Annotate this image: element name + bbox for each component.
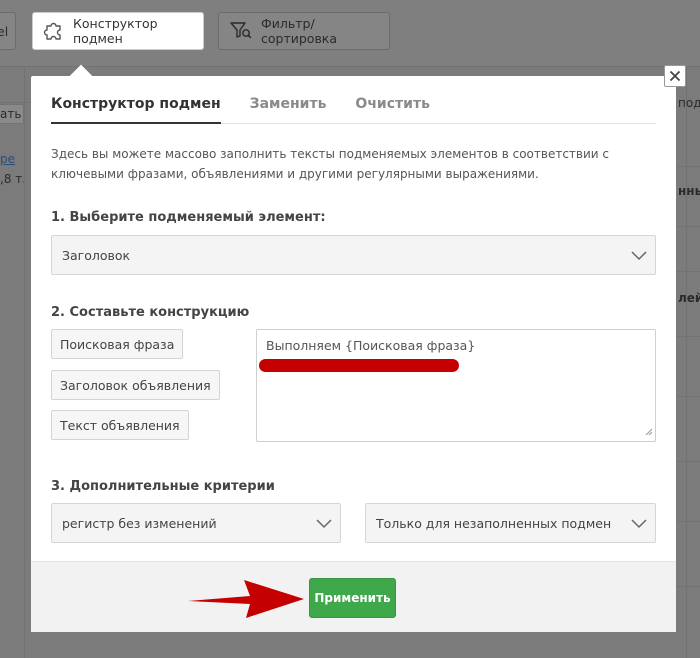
- apply-button[interactable]: Применить: [309, 578, 396, 618]
- chip-ad-text[interactable]: Текст объявления: [51, 410, 189, 440]
- element-select[interactable]: Заголовок: [51, 235, 656, 275]
- step3-title: 3. Дополнительные критерии: [51, 479, 275, 494]
- filter-icon: [229, 20, 253, 43]
- scope-select[interactable]: Только для незаполненных подмен: [365, 503, 656, 543]
- puzzle-icon: [43, 19, 65, 44]
- constructor-button[interactable]: Конструктор подмен: [32, 12, 204, 50]
- scope-select-value: Только для незаполненных подмен: [376, 515, 612, 531]
- filter-sort-button-label: Фильтр/сортировка: [261, 16, 338, 46]
- tab-replace[interactable]: Заменить: [250, 90, 327, 124]
- background-right-text-3: лей: [678, 291, 700, 305]
- modal-description: Здесь вы можете массово заполнить тексты…: [51, 147, 609, 181]
- close-icon: [669, 67, 681, 86]
- chevron-down-icon: [316, 516, 332, 533]
- modal-tabs: Конструктор подмен Заменить Очистить: [51, 90, 656, 124]
- resize-handle-icon[interactable]: [645, 424, 653, 439]
- chip-ad-title[interactable]: Заголовок объявления: [51, 370, 220, 400]
- filter-sort-button[interactable]: Фильтр/сортировка: [218, 12, 390, 50]
- close-button[interactable]: [664, 65, 686, 87]
- case-select-value: регистр без изменений: [62, 515, 217, 531]
- background-left-button-text: ать: [0, 107, 22, 121]
- background-toolbar: el Конструктор подмен Фильтр/сортировка: [0, 0, 700, 66]
- background-left-button-label: el: [0, 23, 9, 39]
- element-select-value: Заголовок: [62, 247, 131, 263]
- background-text: ,8 т.: [0, 172, 24, 186]
- arrow-annotation-icon: [188, 574, 306, 624]
- construction-textarea[interactable]: Выполняем {Поисковая фраза}: [256, 329, 656, 442]
- case-select[interactable]: регистр без изменений: [51, 503, 341, 543]
- constructor-button-label: Конструктор подмен: [73, 16, 158, 46]
- substitution-constructor-modal: Конструктор подмен Заменить Очистить Зде…: [31, 64, 686, 632]
- construction-textarea-value: Выполняем {Поисковая фраза}: [266, 338, 476, 353]
- background-link[interactable]: ре: [0, 152, 24, 166]
- modal-footer: Применить: [31, 561, 676, 632]
- background-right-text-1: под: [678, 96, 700, 110]
- step2-title: 2. Составьте конструкцию: [51, 305, 250, 320]
- chip-search-phrase[interactable]: Поисковая фраза: [51, 329, 184, 359]
- background-left-button[interactable]: el: [0, 12, 16, 50]
- chevron-down-icon: [631, 516, 647, 533]
- redaction-mark: [259, 359, 459, 372]
- tab-clear[interactable]: Очистить: [355, 90, 430, 124]
- chevron-down-icon: [631, 248, 647, 265]
- tab-constructor[interactable]: Конструктор подмен: [51, 90, 221, 124]
- step1-title: 1. Выберите подменяемый элемент:: [51, 210, 326, 225]
- background-right-text-2: нны: [678, 184, 700, 198]
